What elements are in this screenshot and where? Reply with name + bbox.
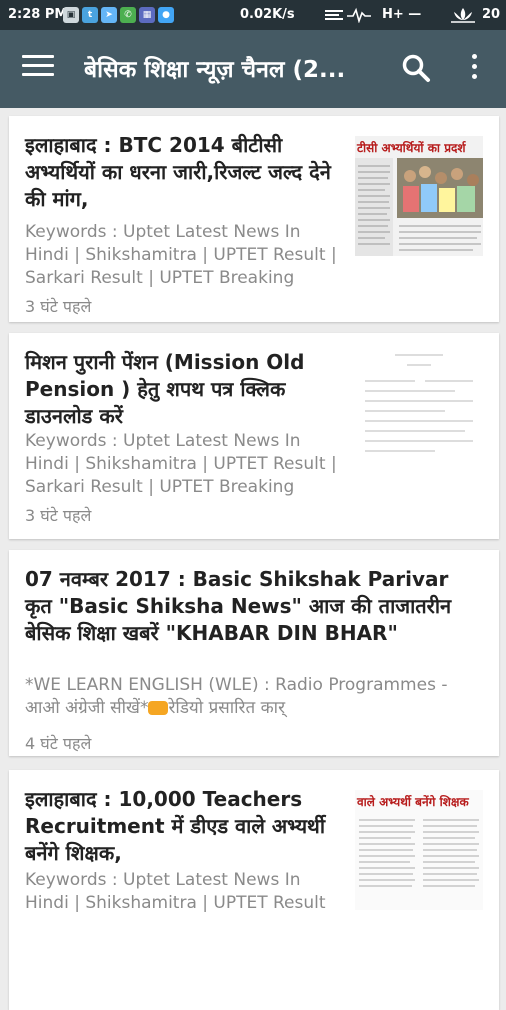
page-title: बेसिक शिक्षा न्यूज़ चैनल (2...: [84, 57, 346, 83]
more-options-icon[interactable]: [464, 54, 484, 84]
twitter-notification-icon: t: [82, 7, 98, 23]
card-snippet: *WE LEARN ENGLISH (WLE) : Radio Programm…: [25, 674, 485, 720]
card-time: 4 घंटे पहले: [25, 734, 92, 753]
card-keywords: Keywords : Uptet Latest News In Hindi | …: [25, 870, 326, 913]
news-card[interactable]: इलाहाबाद : BTC 2014 बीटीसी अभ्यर्थियों क…: [9, 116, 499, 322]
news-thumbnail[interactable]: वाले अभ्यर्थी बनेंगे शिक्षक: [355, 790, 483, 910]
card-time: 3 घंटे पहले: [25, 506, 92, 525]
network-type: H+ —: [382, 7, 422, 22]
news-card[interactable]: मिशन पुरानी पेंशन (Mission Old Pension )…: [9, 333, 499, 539]
snippet-line: *WE LEARN ENGLISH (WLE) : Radio Programm…: [25, 675, 448, 695]
app-notification-icon: ●: [158, 7, 174, 23]
news-thumbnail[interactable]: [355, 343, 483, 463]
whatsapp-notification-icon: ✆: [120, 7, 136, 23]
news-card[interactable]: 07 नवम्बर 2017 : Basic Shikshak Parivar …: [9, 550, 499, 756]
telegram-notification-icon: ➤: [101, 7, 117, 23]
menu-icon[interactable]: [22, 55, 54, 83]
card-headline[interactable]: मिशन पुरानी पेंशन (Mission Old Pension )…: [25, 349, 343, 430]
card-headline[interactable]: 07 नवम्बर 2017 : Basic Shikshak Parivar …: [25, 566, 475, 647]
card-time: 3 घंटे पहले: [25, 297, 92, 316]
calendar-notification-icon: ▦: [139, 7, 155, 23]
status-bar: 2:28 PM ▣ t ➤ ✆ ▦ ● 0.02K/s H+ — 20: [0, 0, 506, 30]
thumbnail-caption: वाले अभ्यर्थी बनेंगे शिक्षक: [356, 795, 469, 809]
photo-notification-icon: ▣: [63, 7, 79, 23]
card-keywords: Keywords : Uptet Latest News In Hindi | …: [25, 431, 337, 497]
app-bar: बेसिक शिक्षा न्यूज़ चैनल (2...: [0, 30, 506, 108]
news-thumbnail[interactable]: टीसी अभ्यर्थियों का प्रदर्श: [355, 136, 483, 256]
net-speed: 0.02K/s: [240, 7, 295, 22]
news-card[interactable]: इलाहाबाद : 10,000 Teachers Recruitment म…: [9, 770, 499, 1010]
card-keywords: Keywords : Uptet Latest News In Hindi | …: [25, 222, 337, 288]
battery-level: 20: [482, 7, 501, 22]
card-headline[interactable]: इलाहाबाद : BTC 2014 बीटीसी अभ्यर्थियों क…: [25, 132, 343, 213]
bus-emoji-icon: [148, 701, 169, 715]
snippet-text: आओ अंग्रेजी सीखें*: [25, 698, 149, 718]
status-time: 2:28 PM: [8, 7, 68, 22]
lotus-icon: [451, 8, 475, 23]
snippet-text: रेडियो प्रसारित कार्: [168, 698, 286, 718]
thumbnail-caption: टीसी अभ्यर्थियों का प्रदर्श: [356, 141, 467, 155]
notification-icons: ▣ t ➤ ✆ ▦ ●: [63, 7, 174, 23]
card-headline[interactable]: इलाहाबाद : 10,000 Teachers Recruitment म…: [25, 786, 343, 867]
search-icon[interactable]: [400, 52, 432, 84]
data-activity-icon: [325, 7, 371, 23]
